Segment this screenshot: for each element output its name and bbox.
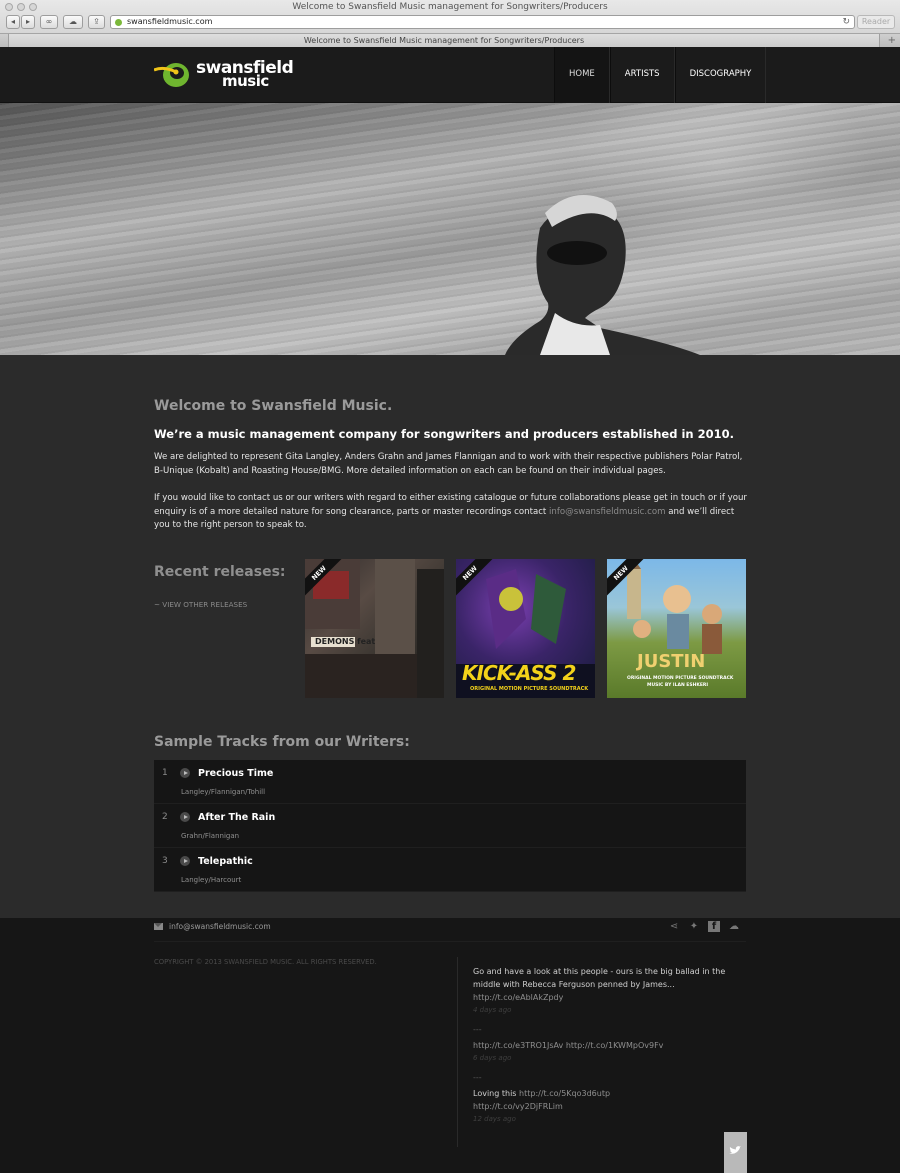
reader-button[interactable]: Reader	[857, 15, 895, 29]
tweet-item: --- http://t.co/e3TRO1JsAv http://t.co/1…	[473, 1023, 743, 1065]
soundcloud-icon[interactable]: ☁	[728, 921, 740, 932]
play-icon[interactable]	[180, 856, 190, 866]
cover-art	[305, 559, 444, 698]
bookmarks-button[interactable]: ∞	[40, 15, 58, 29]
track-row[interactable]: 2 After The Rain Grahn/Flannigan	[154, 804, 746, 848]
track-number: 1	[162, 768, 168, 778]
back-button[interactable]: ◂	[6, 15, 20, 29]
tab-bar: Welcome to Swansfield Music management f…	[0, 33, 900, 47]
track-number: 3	[162, 856, 168, 866]
track-number: 2	[162, 812, 168, 822]
cover-subtitle-2: MUSIC BY ILAN ESHKERI	[647, 683, 709, 688]
share-icon: ⇪	[93, 17, 100, 26]
play-icon[interactable]	[180, 812, 190, 822]
tweet-time: 6 days ago	[473, 1054, 512, 1062]
tweet-link-2[interactable]: http://t.co/vy2DjFRLim	[473, 1102, 563, 1111]
cover-title: DEMONS feat	[315, 637, 376, 646]
tweet-item: Go and have a look at this people - ours…	[473, 965, 743, 1017]
nav-discography[interactable]: DISCOGRAPHY	[674, 47, 767, 103]
browser-chrome: Welcome to Swansfield Music management f…	[0, 0, 900, 47]
back-icon: ◂	[10, 17, 15, 26]
play-icon[interactable]	[180, 768, 190, 778]
tab-current[interactable]: Welcome to Swansfield Music management f…	[8, 34, 880, 47]
release-cover-kick-ass-2[interactable]: KICK-ASS 2 ORIGINAL MOTION PICTURE SOUND…	[456, 559, 595, 698]
new-tab-icon[interactable]: +	[888, 34, 896, 47]
footer-divider	[154, 941, 746, 942]
sample-tracks-heading: Sample Tracks from our Writers:	[154, 734, 410, 750]
tweet-link[interactable]: http://t.co/5Kqo3d6utp	[519, 1089, 610, 1098]
view-other-releases-link[interactable]: ~ VIEW OTHER RELEASES	[154, 600, 247, 609]
copyright-text: COPYRIGHT © 2013 SWANSFIELD MUSIC. ALL R…	[154, 958, 377, 966]
tweet-separator: ---	[473, 1025, 482, 1034]
bookmarks-icon: ∞	[45, 17, 53, 26]
cover-title: JUSTIN	[637, 651, 706, 672]
track-title[interactable]: Telepathic	[198, 856, 253, 867]
tweet-item: --- Loving this http://t.co/5Kqo3d6utp h…	[473, 1071, 743, 1126]
tweet-link[interactable]: http://t.co/e3TRO1JsAv http://t.co/1KWMp…	[473, 1041, 663, 1050]
tweet-link[interactable]: http://t.co/eAblAkZpdy	[473, 993, 563, 1002]
icloud-button[interactable]: ☁	[63, 15, 83, 29]
reload-icon[interactable]: ↻	[842, 16, 850, 28]
site-favicon	[115, 19, 122, 26]
hero-image	[0, 103, 900, 355]
twitter-follow-tab[interactable]	[724, 1132, 747, 1173]
browser-toolbar: ◂ ▸ ∞ ☁ ⇪ swansfieldmusic.com ↻ Reader	[0, 15, 900, 32]
intro-subheading: We’re a music management company for son…	[154, 427, 734, 441]
site-logo[interactable]: swansfield music	[154, 58, 294, 90]
forward-button[interactable]: ▸	[21, 15, 35, 29]
track-credit: Langley/Flannigan/Tohill	[181, 788, 266, 796]
logo-word-music: music	[222, 72, 269, 90]
main-nav: HOME ARTISTS DISCOGRAPHY	[554, 47, 767, 103]
nav-artists[interactable]: ARTISTS	[609, 47, 675, 103]
tweet-time: 4 days ago	[473, 1006, 512, 1014]
track-credit: Langley/Harcourt	[181, 876, 242, 884]
hero-person-photo	[505, 195, 700, 355]
address-bar[interactable]: swansfieldmusic.com ↻	[110, 15, 855, 29]
track-row[interactable]: 3 Telepathic Langley/Harcourt	[154, 848, 746, 892]
recent-releases-heading: Recent releases:	[154, 564, 286, 580]
twitter-icon[interactable]: ✦	[688, 921, 700, 932]
footer-email-link[interactable]: info@swansfieldmusic.com	[169, 922, 271, 931]
tweet-text: Loving this	[473, 1089, 517, 1098]
footer-contact: info@swansfieldmusic.com	[154, 922, 271, 931]
cover-subtitle: ORIGINAL MOTION PICTURE SOUNDTRACK	[627, 676, 734, 681]
forward-icon: ▸	[25, 17, 30, 26]
track-list: 1 Precious Time Langley/Flannigan/Tohill…	[154, 760, 746, 892]
site-footer	[0, 918, 900, 1173]
facebook-icon[interactable]: f	[708, 921, 720, 932]
track-row[interactable]: 1 Precious Time Langley/Flannigan/Tohill	[154, 760, 746, 804]
share-button[interactable]: ⇪	[88, 15, 105, 29]
swan-logo-icon	[154, 63, 189, 87]
tweet-time: 12 days ago	[473, 1115, 516, 1123]
intro-paragraph-2: If you would like to contact us or our w…	[154, 492, 749, 533]
intro-paragraph-1: We are delighted to represent Gita Langl…	[154, 452, 743, 476]
release-cover-demons[interactable]: DEMONS feat NEW	[305, 559, 444, 698]
nav-home[interactable]: HOME	[554, 47, 610, 103]
cover-title: KICK-ASS 2	[462, 661, 576, 685]
url-text: swansfieldmusic.com	[127, 17, 213, 26]
release-cover-justin[interactable]: JUSTIN ORIGINAL MOTION PICTURE SOUNDTRAC…	[607, 559, 746, 698]
tweet-separator: ---	[473, 1073, 482, 1082]
social-links: ⋖ ✦ f ☁	[668, 921, 740, 932]
welcome-heading: Welcome to Swansfield Music.	[154, 398, 393, 414]
track-title[interactable]: After The Rain	[198, 812, 275, 823]
twitter-feed: Go and have a look at this people - ours…	[473, 965, 743, 1126]
mail-icon	[154, 923, 163, 930]
track-title[interactable]: Precious Time	[198, 768, 273, 779]
track-credit: Grahn/Flannigan	[181, 832, 240, 840]
contact-email-link[interactable]: info@swansfieldmusic.com	[549, 507, 665, 517]
window-title: Welcome to Swansfield Music management f…	[292, 2, 608, 12]
footer-column-divider	[457, 957, 458, 1147]
tweet-text: Go and have a look at this people - ours…	[473, 967, 726, 989]
icloud-icon: ☁	[69, 17, 77, 26]
twitter-bird-icon	[729, 1146, 741, 1154]
cover-subtitle: ORIGINAL MOTION PICTURE SOUNDTRACK	[470, 686, 589, 692]
share-icon[interactable]: ⋖	[668, 921, 680, 932]
